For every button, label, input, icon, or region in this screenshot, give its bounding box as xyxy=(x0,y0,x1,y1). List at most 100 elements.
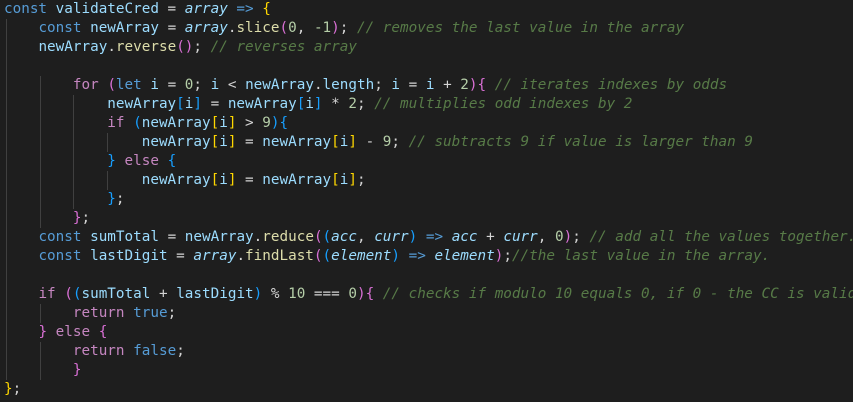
code-line[interactable]: const lastDigit = array.findLast((elemen… xyxy=(4,247,853,266)
code-line[interactable]: } else { xyxy=(4,323,853,342)
indent-guide xyxy=(6,190,7,209)
code-token: = xyxy=(202,96,228,112)
code-editor[interactable]: const validateCred = array => { const ne… xyxy=(4,0,853,399)
code-line[interactable]: }; xyxy=(4,380,853,399)
code-token: , xyxy=(356,229,375,245)
code-line[interactable]: } xyxy=(4,361,853,380)
code-token: - xyxy=(356,134,383,150)
indent-guide xyxy=(73,190,75,209)
code-token: ( xyxy=(322,229,332,245)
code-token: ] xyxy=(313,96,323,112)
indent-guide xyxy=(6,361,7,380)
code-token: + xyxy=(477,229,504,245)
code-token: ; xyxy=(167,305,177,321)
code-line[interactable]: newArray.reverse(); // reverses array xyxy=(4,38,853,57)
code-token: newArray xyxy=(245,77,314,93)
code-line[interactable]: if ((sumTotal + lastDigit) % 10 === 0){ … xyxy=(4,285,853,304)
code-token: 0 xyxy=(348,286,357,302)
code-token: slice xyxy=(236,20,280,36)
code-token: { xyxy=(262,1,271,17)
code-token: ; xyxy=(356,172,366,188)
code-token: acc xyxy=(451,229,478,245)
indent-guide xyxy=(6,266,7,285)
code-token: . xyxy=(253,229,263,245)
code-token: newArray xyxy=(227,96,297,112)
code-line[interactable]: const sumTotal = newArray.reduce((acc, c… xyxy=(4,228,853,247)
code-token: newArray xyxy=(184,229,254,245)
indent-guide xyxy=(6,114,7,133)
code-token: element xyxy=(434,248,495,264)
indent-guide xyxy=(6,285,7,304)
code-token: [ xyxy=(331,172,340,188)
code-comment: // checks if modulo 10 equals 0, if 0 - … xyxy=(374,286,853,302)
code-token: findLast xyxy=(245,248,314,264)
code-line[interactable]: }; xyxy=(4,209,853,228)
code-token: 10 xyxy=(288,286,306,302)
code-line[interactable]: newArray[i] = newArray[i] - 9; // subtra… xyxy=(4,133,853,152)
code-token: } xyxy=(107,153,116,169)
code-line[interactable]: newArray[i] = newArray[i] * 2; // multip… xyxy=(4,95,853,114)
code-token: + xyxy=(434,77,461,93)
code-token: lastDigit xyxy=(176,286,254,302)
indent-guide xyxy=(39,209,41,228)
code-line[interactable]: const validateCred = array => { xyxy=(4,0,853,19)
code-line[interactable]: for (let i = 0; i < newArray.length; i =… xyxy=(4,76,853,95)
code-token: -1 xyxy=(313,20,332,36)
code-line[interactable] xyxy=(4,57,853,76)
code-token: [ xyxy=(210,172,220,188)
code-token: = xyxy=(236,172,263,188)
code-token: reduce xyxy=(262,229,314,245)
code-token: ( xyxy=(322,248,332,264)
code-token: i xyxy=(150,77,159,93)
indent-guide xyxy=(73,171,75,190)
code-token: = xyxy=(236,134,263,150)
code-token: { xyxy=(98,324,108,340)
code-line[interactable] xyxy=(4,266,853,285)
code-line[interactable]: return false; xyxy=(4,342,853,361)
code-token: length xyxy=(322,77,375,93)
code-comment: // add all the values together. xyxy=(589,229,853,245)
code-token: ; xyxy=(374,77,392,93)
code-line[interactable]: return true; xyxy=(4,304,853,323)
code-token: const xyxy=(38,248,91,264)
code-token: newArray xyxy=(141,172,211,188)
code-comment: // multiplies odd indexes by 2 xyxy=(374,96,633,112)
code-token: = xyxy=(158,1,185,17)
code-token: i xyxy=(210,77,220,93)
indent-guide xyxy=(73,152,75,171)
code-token: newArray xyxy=(141,134,211,150)
code-token: newArray xyxy=(38,39,108,55)
code-line[interactable]: } else { xyxy=(4,152,853,171)
indent-guide xyxy=(6,323,7,342)
code-token: validateCred xyxy=(55,1,159,17)
indent-guide xyxy=(39,133,41,152)
code-token: } xyxy=(107,191,116,207)
code-comment: // reverses array xyxy=(210,39,357,55)
indent-guide xyxy=(106,171,108,190)
code-token: ; xyxy=(572,229,590,245)
code-token: > xyxy=(236,115,263,131)
indent-guide xyxy=(6,57,7,76)
code-token: array xyxy=(184,1,228,17)
code-line[interactable]: if (newArray[i] > 9){ xyxy=(4,114,853,133)
code-line[interactable]: }; xyxy=(4,190,853,209)
indent-guide xyxy=(6,304,7,323)
code-token: newArray xyxy=(90,20,159,36)
code-token: i xyxy=(391,77,401,93)
code-token: } xyxy=(72,362,82,378)
code-line[interactable]: const newArray = array.slice(0, -1); // … xyxy=(4,19,853,38)
indent-guide xyxy=(6,133,7,152)
code-token: sumTotal xyxy=(81,286,151,302)
code-token: ] xyxy=(348,134,357,150)
code-token: [ xyxy=(210,115,220,131)
code-line[interactable]: newArray[i] = newArray[i]; xyxy=(4,171,853,190)
code-token: + xyxy=(150,286,177,302)
indent-guide xyxy=(39,304,41,323)
